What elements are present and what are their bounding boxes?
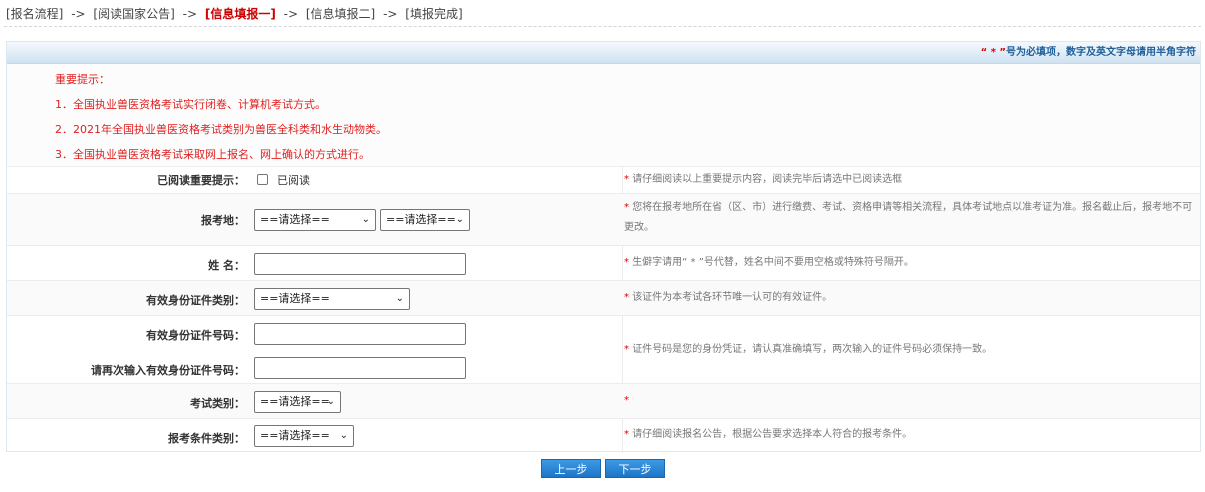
name-hint: * 生僻字请用“ * ”号代替，姓名中间不要用空格或特殊符号隔开。 [624,253,1198,273]
read-tips-checkbox[interactable] [257,174,268,185]
row-condition: 报考条件类别： ==请选择== ⌄ * 请仔细阅读报名公告，根据公告要求选择本人符… [7,419,1200,453]
id-type-hint-text: 该证件为本考试各环节唯一认可的有效证件。 [632,292,833,303]
hint-star: * [624,292,629,303]
location-hint-text: 您将在报考地所在省（区、市）进行缴费、考试、资格申请等相关流程，具体考试地点以准… [624,202,1193,233]
chevron-down-icon: ⌄ [395,293,404,304]
breadcrumb-step-5: [填报完成] [405,7,463,21]
breadcrumb: [报名流程] -> [阅读国家公告] -> [信息填报一] -> [信息填报二]… [6,6,463,22]
prev-step-button[interactable]: 上一步 [541,459,601,478]
condition-select[interactable]: ==请选择== ⌄ [254,425,354,447]
hint-star: * [624,395,629,406]
registration-form: “ * ”号为必填项，数字及英文字母请用半角字符 重要提示： 1．全国执业兽医资… [6,41,1201,453]
required-notice-bar: “ * ”号为必填项，数字及英文字母请用半角字符 [7,42,1200,64]
breadcrumb-step-4: [信息填报二] [305,7,376,21]
id-number-label: 有效身份证件号码： [146,329,245,342]
row-id-type: 有效身份证件类别： ==请选择== ⌄ * 该证件为本考试各环节唯一认可的有效证件… [7,281,1200,316]
required-star-mark: “ * ” [980,47,1006,58]
id-type-select-value: ==请选择== [260,292,330,305]
exam-type-label: 考试类别： [190,397,245,410]
breadcrumb-step-3-current: [信息填报一] [204,7,276,21]
row-exam-type: 考试类别： ==请选择== ⌄ * [7,384,1200,419]
required-notice-text: 号为必填项，数字及英文字母请用半角字符 [1006,47,1196,58]
breadcrumb-separator: -> [182,7,198,21]
name-label: 姓 名： [208,259,245,272]
row-read-tips: 已阅读重要提示： 已阅读 * 请仔细阅读以上重要提示内容，阅读完毕后请选中已阅读… [7,167,1200,194]
province-select[interactable]: ==请选择== ⌄ [254,209,376,231]
next-step-button[interactable]: 下一步 [605,459,665,478]
hint-star: * [624,174,629,185]
hint-star: * [624,429,629,440]
id-number-confirm-input[interactable] [254,357,466,379]
province-select-value: ==请选择== [260,213,330,226]
id-type-select[interactable]: ==请选择== ⌄ [254,288,410,310]
read-tips-label: 已阅读重要提示： [157,174,245,187]
name-input[interactable] [254,253,466,275]
tip-line-1: 1．全国执业兽医资格考试实行闭卷、计算机考试方式。 [55,98,326,111]
chevron-down-icon: ⌄ [361,214,370,225]
exam-type-hint: * [624,391,1198,411]
read-tips-hint-text: 请仔细阅读以上重要提示内容，阅读完毕后请选中已阅读选框 [632,174,903,185]
tip-line-3: 3．全国执业兽医资格考试采取网上报名、网上确认的方式进行。 [55,148,370,161]
breadcrumb-step-1: [报名流程] [6,7,64,21]
chevron-down-icon: ⌄ [339,430,348,441]
id-type-label: 有效身份证件类别： [146,294,245,307]
id-number-input[interactable] [254,323,466,345]
breadcrumb-divider [4,26,1201,27]
chevron-down-icon: ⌄ [326,396,335,407]
condition-select-value: ==请选择== [260,429,330,442]
chevron-down-icon: ⌄ [455,214,464,225]
condition-label: 报考条件类别： [168,432,245,445]
city-select[interactable]: ==请选择== ⌄ [380,209,470,231]
hint-star: * [624,257,629,268]
read-tips-checkbox-label[interactable]: 已阅读 [277,172,310,188]
row-location: 报考地： ==请选择== ⌄ ==请选择== ⌄ * 您将在报考地所在省（区、市）进… [7,194,1200,246]
name-hint-text: 生僻字请用“ * ”号代替，姓名中间不要用空格或特殊符号隔开。 [632,257,914,268]
id-type-hint: * 该证件为本考试各环节唯一认可的有效证件。 [624,288,1198,308]
read-tips-hint: * 请仔细阅读以上重要提示内容，阅读完毕后请选中已阅读选框 [624,170,1198,190]
hint-star: * [624,202,629,213]
row-name: 姓 名： * 生僻字请用“ * ”号代替，姓名中间不要用空格或特殊符号隔开。 [7,246,1200,281]
condition-hint-text: 请仔细阅读报名公告，根据公告要求选择本人符合的报考条件。 [632,429,913,440]
breadcrumb-step-2: [阅读国家公告] [93,7,175,21]
id-number-hint: * 证件号码是您的身份凭证，请认真准确填写，两次输入的证件号码必须保持一致。 [624,340,1198,360]
location-hint: * 您将在报考地所在省（区、市）进行缴费、考试、资格申请等相关流程，具体考试地点… [624,198,1198,238]
tips-title: 重要提示： [55,73,110,86]
breadcrumb-separator: -> [283,7,299,21]
condition-hint: * 请仔细阅读报名公告，根据公告要求选择本人符合的报考条件。 [624,425,1198,445]
breadcrumb-separator: -> [71,7,86,21]
city-select-value: ==请选择== [386,213,456,226]
id-number-hint-text: 证件号码是您的身份凭证，请认真准确填写，两次输入的证件号码必须保持一致。 [632,344,993,355]
row-id-number: 有效身份证件号码： 请再次输入有效身份证件号码： * 证件号码是您的身份凭证，请… [7,316,1200,384]
exam-type-select-value: ==请选择== [260,395,330,408]
tip-line-2: 2．2021年全国执业兽医资格考试类别为兽医全科类和水生动物类。 [55,123,387,136]
exam-type-select[interactable]: ==请选择== ⌄ [254,391,341,413]
id-number-confirm-label: 请再次输入有效身份证件号码： [91,364,245,377]
breadcrumb-separator: -> [383,7,398,21]
important-tips: 重要提示： 1．全国执业兽医资格考试实行闭卷、计算机考试方式。 2．2021年全… [7,64,1200,167]
hint-star: * [624,344,629,355]
location-label: 报考地： [201,214,245,227]
